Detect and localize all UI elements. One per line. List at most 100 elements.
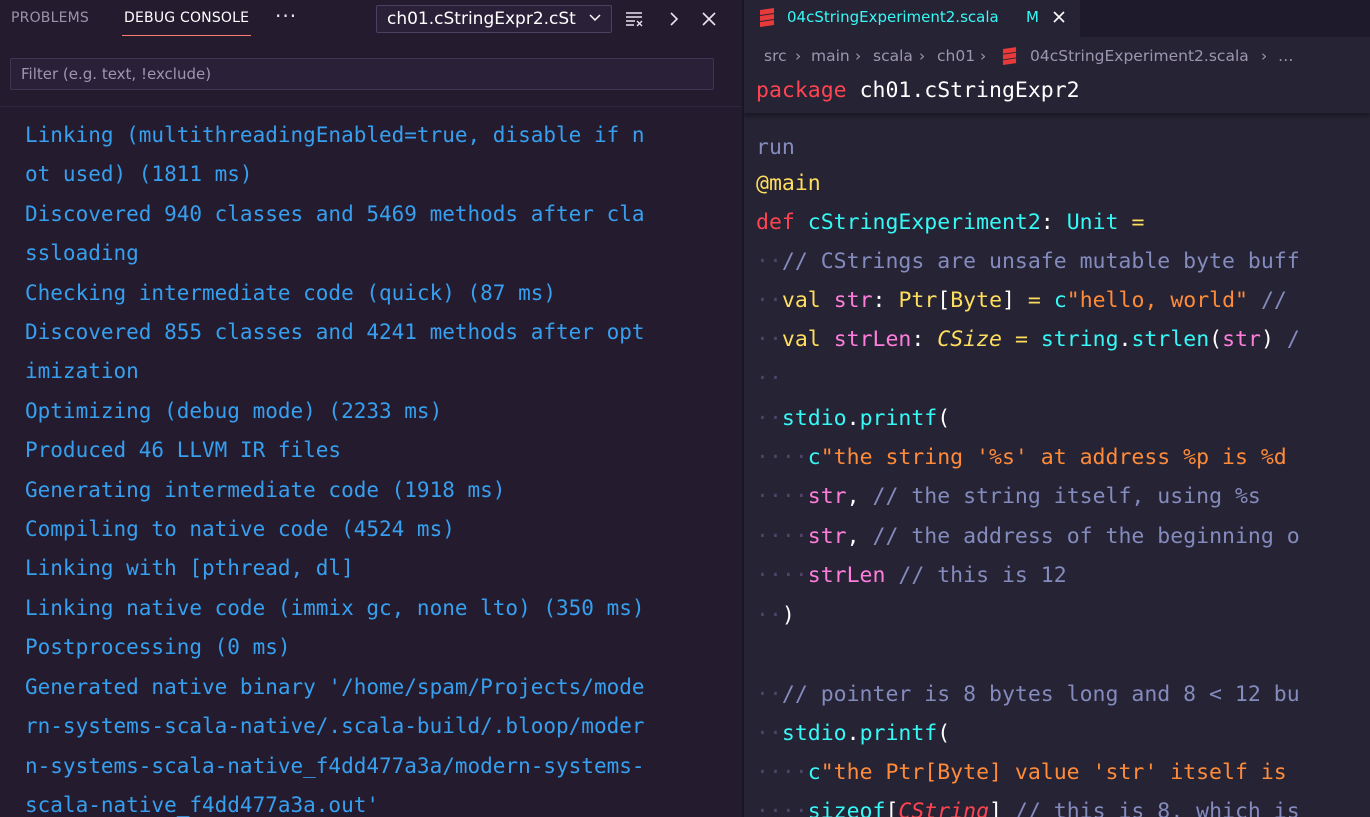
breadcrumb-item-src[interactable]: src (764, 47, 787, 65)
breadcrumb-item-main[interactable]: main (811, 47, 850, 65)
code-token: . (846, 721, 860, 746)
code-token: : (872, 288, 886, 313)
code-token: strLen (807, 563, 886, 588)
code-token: ] (989, 799, 1002, 817)
active-tab-indicator (122, 35, 251, 36)
code-comment: // this is 8, which is (1014, 799, 1300, 817)
code-token: str (807, 484, 847, 509)
chevron-right-icon: › (1261, 47, 1268, 65)
console-line: Produced 46 LLVM IR files (25, 438, 342, 463)
code-annotation: @main (756, 171, 821, 196)
code-token: def (756, 210, 795, 235)
code-token: , (846, 484, 860, 509)
code-token: strlen (1131, 327, 1210, 352)
code-token: printf (859, 406, 938, 431)
code-token: ch01.cStringExpr2 (859, 78, 1080, 103)
panel-tabs: PROBLEMS DEBUG CONSOLE ··· ch01.cStringE… (0, 0, 742, 38)
code-comment: // pointer is 8 bytes long and 8 < 12 bu (781, 682, 1300, 707)
code-token: , (846, 524, 860, 549)
chevron-down-icon (589, 14, 601, 22)
code-token: str (833, 288, 873, 313)
code-token: ( (937, 721, 951, 746)
code-token: = (1014, 327, 1028, 352)
code-token: ] (1002, 288, 1015, 313)
code-token: stdio (781, 406, 847, 431)
code-token: Ptr (898, 288, 938, 313)
code-token: : (911, 327, 925, 352)
console-line: ot used) (1811 ms) (25, 162, 253, 187)
code-line: ····str, // the string itself, using %s (756, 484, 1261, 509)
debug-session-value: ch01.cStringExpr2.cStr (387, 9, 577, 29)
editor-tab-label: 04cStringExperiment2.scala (787, 8, 999, 26)
code-line: ··stdio.printf( (756, 406, 951, 431)
console-line: Postprocessing (0 ms) (25, 635, 291, 660)
bottom-panel: PROBLEMS DEBUG CONSOLE ··· ch01.cStringE… (0, 0, 742, 817)
console-line: Linking (multithreadingEnabled=true, dis… (25, 123, 645, 147)
code-line: ····str, // the address of the beginning… (756, 524, 1300, 549)
more-actions-icon[interactable]: ··· (275, 4, 297, 28)
breadcrumb-item-ch01[interactable]: ch01 (937, 47, 975, 65)
code-lens-run[interactable]: run (756, 135, 795, 160)
debug-session-select[interactable]: ch01.cStringExpr2.cStr (376, 5, 612, 33)
tab-bar-empty (1080, 0, 1370, 37)
code-token: str (1222, 327, 1261, 352)
console-line: n-systems-scala-native_f4dd477a3a/modern… (25, 753, 645, 778)
editor-group: 04cStringExperiment2.scala M src › main … (744, 0, 1370, 817)
tab-problems[interactable]: PROBLEMS (11, 10, 89, 26)
sticky-scroll-header[interactable]: package ch01.cStringExpr2 (744, 75, 1370, 113)
code-token: val (781, 288, 821, 313)
code-token: ( (937, 406, 951, 431)
code-token: printf (859, 721, 938, 746)
close-tab-icon[interactable] (1051, 9, 1067, 25)
code-token: CString (898, 799, 990, 817)
code-line: ··val str: Ptr[Byte] = c"hello, world" /… (756, 288, 1287, 313)
debug-console-output[interactable]: Linking (multithreadingEnabled=true, dis… (0, 106, 742, 817)
console-line: Discovered 855 classes and 4241 methods … (25, 320, 645, 345)
console-lines: Linking (multithreadingEnabled=true, dis… (25, 116, 725, 817)
code-token: Byte (950, 288, 1003, 313)
breadcrumb-item-file[interactable]: 04cStringExperiment2.scala (1030, 47, 1249, 65)
console-line: scala-native_f4dd477a3a.out' (25, 792, 380, 817)
code-token: stdio (781, 721, 847, 746)
console-line: Generated native binary '/home/spam/Proj… (25, 674, 645, 699)
code-line: def cStringExperiment2: Unit = (756, 210, 1144, 235)
clear-console-icon[interactable] (625, 9, 645, 29)
code-line: ··stdio.printf( (756, 721, 951, 746)
code-token: CSize (937, 327, 1002, 352)
code-line: ··val strLen: CSize = string.strlen(str)… (756, 327, 1300, 352)
console-line: Compiling to native code (4524 ms) (25, 517, 455, 542)
close-icon[interactable] (699, 9, 719, 29)
code-line: ····sizeof[CString] // this is 8, which … (756, 799, 1300, 817)
code-comment: // the address of the beginning o (872, 524, 1300, 549)
code-line: ··// pointer is 8 bytes long and 8 < 12 … (756, 682, 1300, 707)
code-token: c (1053, 288, 1067, 313)
console-line: Generating intermediate code (1918 ms) (25, 477, 506, 502)
code-line: ·· (756, 366, 782, 391)
chevron-right-icon: › (855, 47, 862, 65)
code-string: "the Ptr[Byte] value 'str' itself is (820, 760, 1287, 785)
breadcrumb-item-ellipsis[interactable]: … (1278, 47, 1294, 65)
code-line: ····strLen // this is 12 (756, 563, 1067, 588)
scala-file-icon (1002, 47, 1017, 65)
code-token: str (807, 524, 847, 549)
code-token: c (807, 760, 821, 785)
console-line: rn-systems-scala-native/.scala-build/.bl… (25, 714, 645, 739)
code-token: = (1131, 210, 1145, 235)
code-comment: / (1286, 327, 1300, 352)
console-line: Linking native code (immix gc, none lto)… (25, 595, 645, 620)
chevron-right-icon[interactable] (664, 9, 684, 29)
code-token: cStringExperiment2 (807, 210, 1041, 235)
tab-debug-console[interactable]: DEBUG CONSOLE (124, 10, 249, 26)
filter-input[interactable] (10, 58, 714, 90)
chevron-right-icon: › (919, 47, 926, 65)
code-line: ··// CStrings are unsafe mutable byte bu… (756, 249, 1300, 274)
code-token: = (1027, 288, 1041, 313)
code-token: val (781, 327, 821, 352)
code-token: Unit (1066, 210, 1119, 235)
console-line: Linking with [pthread, dl] (25, 556, 354, 581)
code-token: strLen (833, 327, 912, 352)
editor-tab[interactable]: 04cStringExperiment2.scala M (744, 0, 1080, 37)
code-line: ····c"the Ptr[Byte] value 'str' itself i… (756, 760, 1287, 785)
console-line: Optimizing (debug mode) (2233 ms) (25, 398, 443, 423)
breadcrumb-item-scala[interactable]: scala (873, 47, 913, 65)
